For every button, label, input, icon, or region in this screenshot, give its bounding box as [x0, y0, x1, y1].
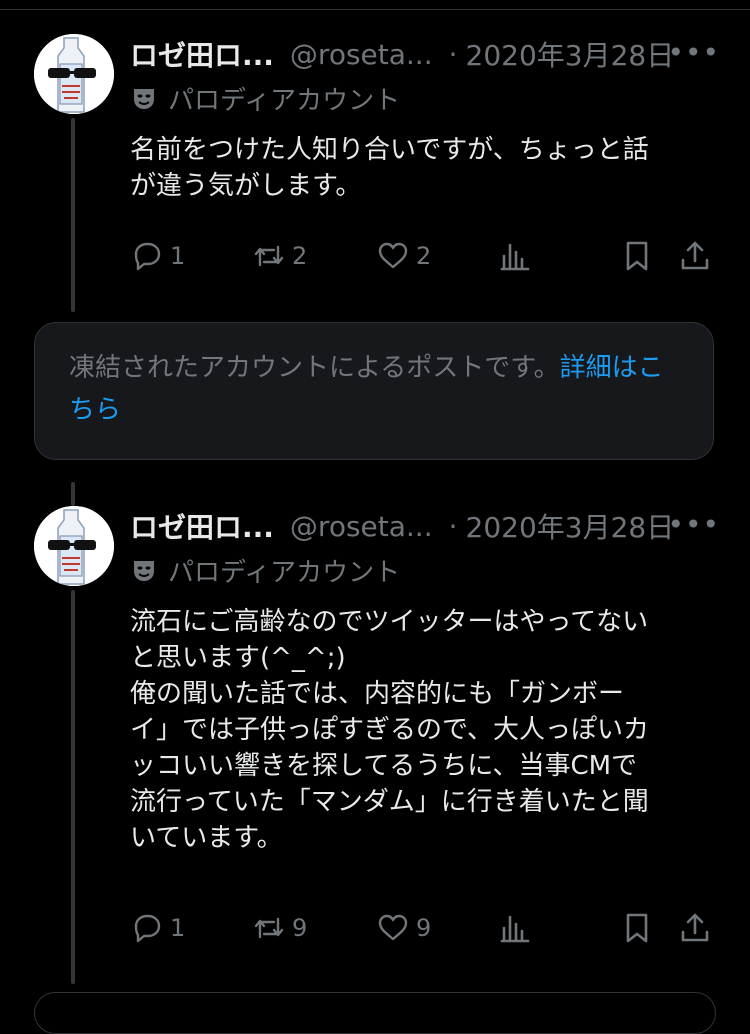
notice-text: 凍結されたアカウントによるポストです。: [69, 353, 560, 383]
views-icon: [500, 915, 530, 943]
post-text: 流石にご高齢なのでツイッターはやってない と思います(^_^;) 俺の聞いた話で…: [130, 607, 649, 853]
parody-label: パロディアカウント: [130, 552, 400, 589]
more-options-icon[interactable]: •••: [667, 36, 720, 69]
next-card-edge: [34, 992, 716, 1034]
post-actions: 1 9 9: [130, 908, 720, 948]
views-icon: [500, 243, 530, 271]
repost-icon: [254, 245, 284, 267]
separator-dot: ·: [448, 509, 458, 543]
reply-button[interactable]: 1: [130, 236, 185, 276]
avatar[interactable]: [34, 506, 114, 586]
repost-count: 2: [292, 242, 308, 270]
share-button[interactable]: [678, 908, 712, 948]
repost-count: 9: [292, 914, 308, 942]
repost-icon: [254, 917, 284, 939]
reply-icon: [134, 242, 161, 271]
views-button[interactable]: [498, 236, 532, 276]
display-name[interactable]: ロゼ田ロ...: [130, 506, 274, 546]
like-count: 9: [416, 914, 432, 942]
parody-label-text: パロディアカウント: [168, 86, 401, 116]
post-header: ロゼ田ロ... @roseta... · 2020年3月28日: [130, 34, 720, 74]
thread-line: [71, 118, 75, 312]
post: ロゼ田ロ... @roseta... · 2020年3月28日 ••• パロディ…: [130, 506, 720, 976]
repost-button[interactable]: 9: [252, 908, 307, 948]
post-actions: 1 2 2: [130, 236, 720, 276]
post: ロゼ田ロ... @roseta... · 2020年3月28日 ••• パロディ…: [130, 34, 720, 314]
user-handle[interactable]: @roseta...: [290, 38, 433, 71]
bookmark-button[interactable]: [620, 236, 654, 276]
display-name[interactable]: ロゼ田ロ...: [130, 34, 274, 74]
user-handle[interactable]: @roseta...: [290, 510, 433, 543]
separator-dot: ·: [448, 37, 458, 71]
heart-icon: [378, 914, 408, 941]
theater-mask-icon: [134, 88, 154, 109]
reply-count: 1: [170, 242, 186, 270]
thread-line: [71, 482, 75, 506]
suspended-account-notice: 凍結されたアカウントによるポストです。詳細はこちら: [34, 322, 714, 460]
post-text: 名前をつけた人知り合いですが、ちょっと話 が違う気がします。: [130, 135, 649, 201]
heart-icon: [378, 242, 408, 269]
like-button[interactable]: 9: [376, 908, 431, 948]
parody-label-text: パロディアカウント: [168, 558, 401, 588]
more-options-icon[interactable]: •••: [667, 508, 720, 541]
post-date[interactable]: 2020年3月28日: [466, 506, 675, 546]
bookmark-icon: [626, 241, 648, 271]
share-icon: [681, 241, 709, 270]
bookmark-icon: [626, 913, 648, 943]
share-button[interactable]: [678, 236, 712, 276]
share-icon: [681, 913, 709, 942]
like-button[interactable]: 2: [376, 236, 431, 276]
like-count: 2: [416, 242, 432, 270]
top-divider: [0, 9, 750, 10]
theater-mask-icon: [134, 560, 154, 581]
bookmark-button[interactable]: [620, 908, 654, 948]
post-header: ロゼ田ロ... @roseta... · 2020年3月28日: [130, 506, 720, 546]
reply-icon: [134, 914, 161, 943]
reply-count: 1: [170, 914, 186, 942]
avatar[interactable]: [34, 34, 114, 114]
reply-button[interactable]: 1: [130, 908, 185, 948]
avatar-image: [34, 506, 114, 586]
post-date[interactable]: 2020年3月28日: [466, 34, 675, 74]
parody-label: パロディアカウント: [130, 80, 400, 117]
avatar-image: [34, 34, 114, 114]
views-button[interactable]: [498, 908, 532, 948]
thread-line: [71, 590, 75, 984]
repost-button[interactable]: 2: [252, 236, 307, 276]
